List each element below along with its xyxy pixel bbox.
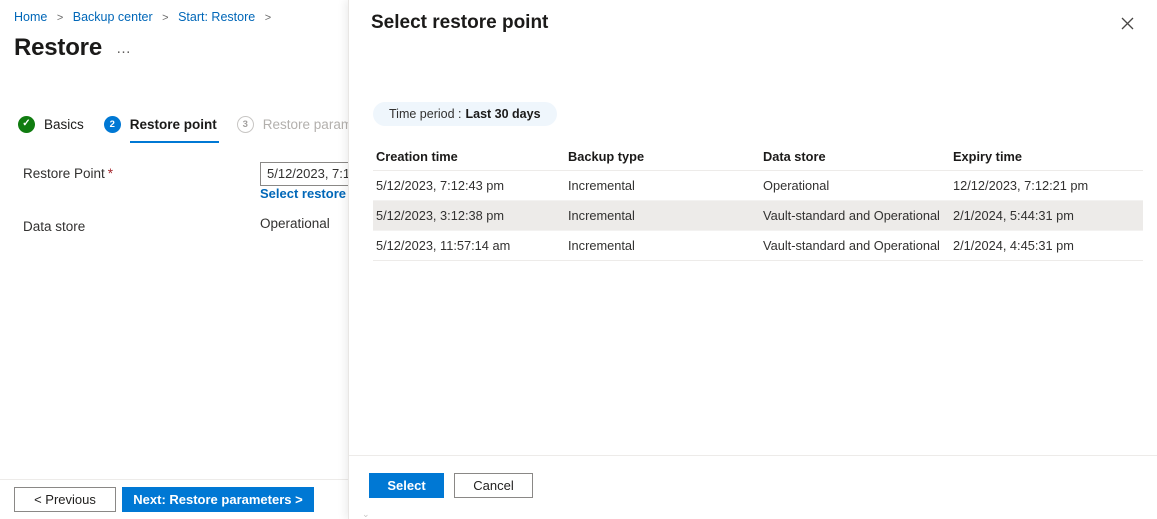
- check-circle-icon: ✓: [18, 115, 35, 133]
- column-header-data-store[interactable]: Data store: [763, 149, 953, 164]
- cell-creation-time: 5/12/2023, 11:57:14 am: [376, 238, 511, 253]
- blade-footer-divider: [0, 479, 348, 480]
- dialog-title: Select restore point: [371, 12, 549, 33]
- wizard-step-restore-point[interactable]: 2 Restore point: [103, 110, 219, 143]
- select-restore-point-dialog: Select restore point Time period : Last …: [348, 0, 1157, 519]
- breadcrumb-separator: >: [56, 12, 64, 24]
- wizard-step-label: Basics: [44, 116, 84, 132]
- wizard-step-label: Restore point: [129, 116, 217, 132]
- time-period-filter[interactable]: Time period : Last 30 days: [373, 102, 557, 126]
- step-number-badge: 3: [236, 115, 254, 133]
- cell-creation-time: 5/12/2023, 7:12:43 pm: [376, 178, 505, 193]
- dialog-footer-divider: [349, 455, 1157, 456]
- data-store-label: Data store: [23, 219, 86, 234]
- next-restore-parameters-button[interactable]: Next: Restore parameters >: [122, 487, 314, 512]
- data-store-value: Operational: [260, 216, 330, 231]
- breadcrumb-separator: >: [162, 12, 169, 24]
- column-header-creation-time[interactable]: Creation time: [373, 149, 568, 164]
- table-header-row: Creation time Backup type Data store Exp…: [373, 143, 1143, 171]
- wizard-step-basics[interactable]: ✓ Basics: [18, 110, 84, 140]
- breadcrumb-item-home[interactable]: Home: [14, 10, 47, 24]
- table-row[interactable]: 5/12/2023, 3:12:38 pm Incremental Vault-…: [373, 201, 1143, 231]
- previous-button[interactable]: < Previous: [14, 487, 116, 512]
- more-options-button[interactable]: …: [116, 40, 132, 57]
- time-period-filter-label: Time period :: [389, 107, 462, 121]
- table-row[interactable]: 5/12/2023, 7:12:43 pm Incremental Operat…: [373, 171, 1143, 201]
- breadcrumb: Home > Backup center > Start: Restore >: [14, 9, 277, 26]
- close-icon[interactable]: [1115, 11, 1139, 35]
- step-number-badge: 2: [103, 115, 121, 133]
- cancel-button[interactable]: Cancel: [454, 473, 533, 498]
- cell-data-store: Operational: [763, 178, 830, 193]
- cell-expiry-time: 2/1/2024, 5:44:31 pm: [953, 208, 1074, 223]
- wizard-steps: ✓ Basics 2 Restore point 3 Restore param…: [18, 110, 382, 143]
- column-header-expiry-time[interactable]: Expiry time: [953, 149, 1140, 164]
- cell-expiry-time: 2/1/2024, 4:45:31 pm: [953, 238, 1074, 253]
- restore-point-label-text: Restore Point: [23, 166, 105, 181]
- cell-creation-time: 5/12/2023, 3:12:38 pm: [376, 208, 505, 223]
- resize-handle-icon: ⌄: [362, 509, 370, 519]
- table-row[interactable]: 5/12/2023, 11:57:14 am Incremental Vault…: [373, 231, 1143, 261]
- restore-points-table: Creation time Backup type Data store Exp…: [373, 143, 1143, 261]
- cell-data-store: Vault-standard and Operational: [763, 238, 940, 253]
- cell-backup-type: Incremental: [568, 178, 635, 193]
- cell-data-store: Vault-standard and Operational: [763, 208, 940, 223]
- required-asterisk: *: [107, 166, 114, 181]
- cell-expiry-time: 12/12/2023, 7:12:21 pm: [953, 178, 1089, 193]
- page-title: Restore: [14, 34, 102, 61]
- breadcrumb-separator: >: [264, 12, 272, 24]
- cell-backup-type: Incremental: [568, 208, 635, 223]
- time-period-filter-value: Last 30 days: [465, 107, 541, 121]
- restore-point-label: Restore Point *: [23, 166, 113, 181]
- breadcrumb-item-start-restore[interactable]: Start: Restore: [178, 10, 255, 24]
- breadcrumb-item-backup-center[interactable]: Backup center: [73, 10, 153, 24]
- column-header-backup-type[interactable]: Backup type: [568, 149, 763, 164]
- cell-backup-type: Incremental: [568, 238, 635, 253]
- app-root: Home > Backup center > Start: Restore > …: [0, 0, 1157, 519]
- select-button[interactable]: Select: [369, 473, 444, 498]
